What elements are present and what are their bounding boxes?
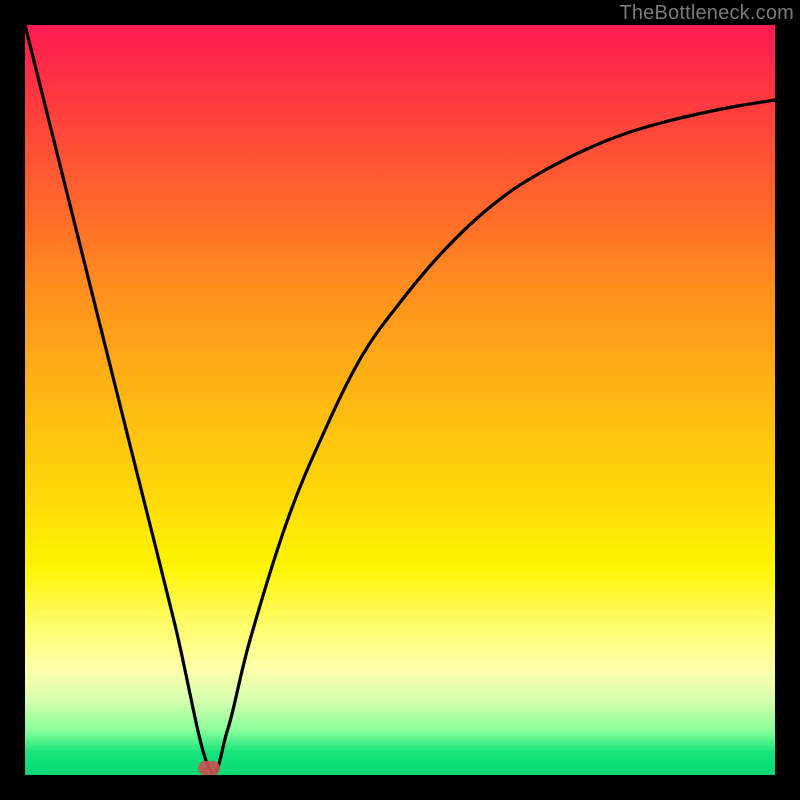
bottleneck-curve [25,25,775,775]
optimal-point-marker [198,761,220,775]
attribution-text: TheBottleneck.com [619,2,794,25]
chart-frame: TheBottleneck.com [0,0,800,800]
curve-path [25,25,775,773]
gradient-plot-area [25,25,775,775]
